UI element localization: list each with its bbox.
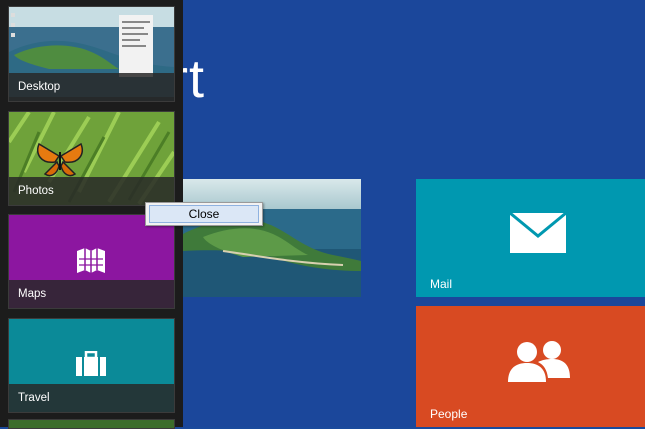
mail-icon (509, 212, 567, 253)
mail-tile-label: Mail (430, 277, 453, 291)
switcher-item-label: Photos (9, 177, 174, 205)
switcher-item-partial[interactable] (8, 419, 175, 429)
suitcase-icon (76, 351, 106, 376)
switcher-item-label: Desktop (9, 73, 174, 101)
desktop-tile[interactable] (183, 179, 361, 297)
close-menu-item[interactable]: Close (149, 205, 259, 223)
switcher-item-travel[interactable]: Travel (8, 318, 175, 413)
mail-tile[interactable]: Mail (416, 179, 645, 297)
people-icon (508, 341, 570, 382)
switcher-item-label: Travel (9, 384, 174, 412)
desktop-landscape-image (183, 179, 361, 297)
people-tile-label: People (430, 407, 468, 421)
switcher-item-desktop[interactable]: Desktop (8, 6, 175, 102)
switcher-item-label: Maps (9, 280, 174, 308)
context-menu: Close (145, 202, 263, 226)
people-tile[interactable]: People (416, 306, 645, 427)
switcher-item-maps[interactable]: Maps (8, 214, 175, 309)
switcher-item-photos[interactable]: Photos (8, 111, 175, 206)
maps-icon (77, 248, 105, 273)
